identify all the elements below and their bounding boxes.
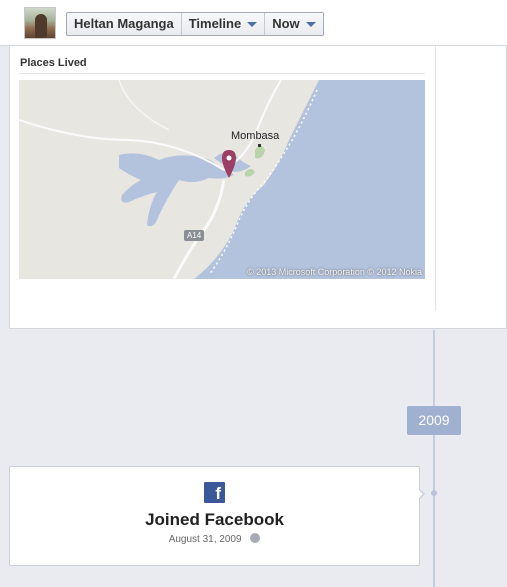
timeline-nav: Heltan Maganga Timeline Now bbox=[66, 12, 324, 36]
places-map[interactable]: Mombasa A14 © 2013 Microsoft Corporation… bbox=[19, 80, 425, 279]
map-copyright: © 2013 Microsoft Corporation © 2012 Noki… bbox=[247, 267, 422, 277]
chevron-down-icon bbox=[305, 21, 316, 27]
divider bbox=[19, 73, 425, 74]
timeline-dropdown[interactable]: Timeline bbox=[182, 13, 266, 35]
chevron-down-icon bbox=[247, 21, 258, 27]
life-event-card[interactable]: f Joined Facebook August 31, 2009 bbox=[9, 466, 420, 566]
map-city-label: Mombasa bbox=[231, 130, 280, 142]
profile-name-label: Heltan Maganga bbox=[74, 16, 174, 31]
card-pointer-inner bbox=[418, 489, 423, 499]
event-date: August 31, 2009 bbox=[168, 534, 242, 545]
profile-header: Heltan Maganga Timeline Now bbox=[0, 0, 507, 46]
places-lived-panel: Places Lived Mombasa A14 © 2013 Microsof… bbox=[9, 46, 507, 329]
facebook-icon: f bbox=[204, 482, 225, 503]
timeline-dot bbox=[431, 490, 437, 496]
map-road-label: A14 bbox=[184, 230, 205, 241]
places-lived-title: Places Lived bbox=[20, 57, 87, 69]
profile-name-button[interactable]: Heltan Maganga bbox=[67, 13, 182, 35]
event-date-row: August 31, 2009 bbox=[10, 533, 419, 545]
event-title: Joined Facebook bbox=[145, 510, 284, 529]
timeline-spine bbox=[433, 330, 435, 587]
map-canvas bbox=[19, 80, 425, 279]
avatar[interactable] bbox=[24, 7, 56, 39]
now-label: Now bbox=[272, 16, 300, 31]
year-marker[interactable]: 2009 bbox=[407, 406, 461, 435]
now-dropdown[interactable]: Now bbox=[265, 13, 322, 35]
column-divider bbox=[435, 46, 436, 311]
timeline-label: Timeline bbox=[188, 16, 242, 31]
globe-icon[interactable] bbox=[250, 533, 261, 543]
